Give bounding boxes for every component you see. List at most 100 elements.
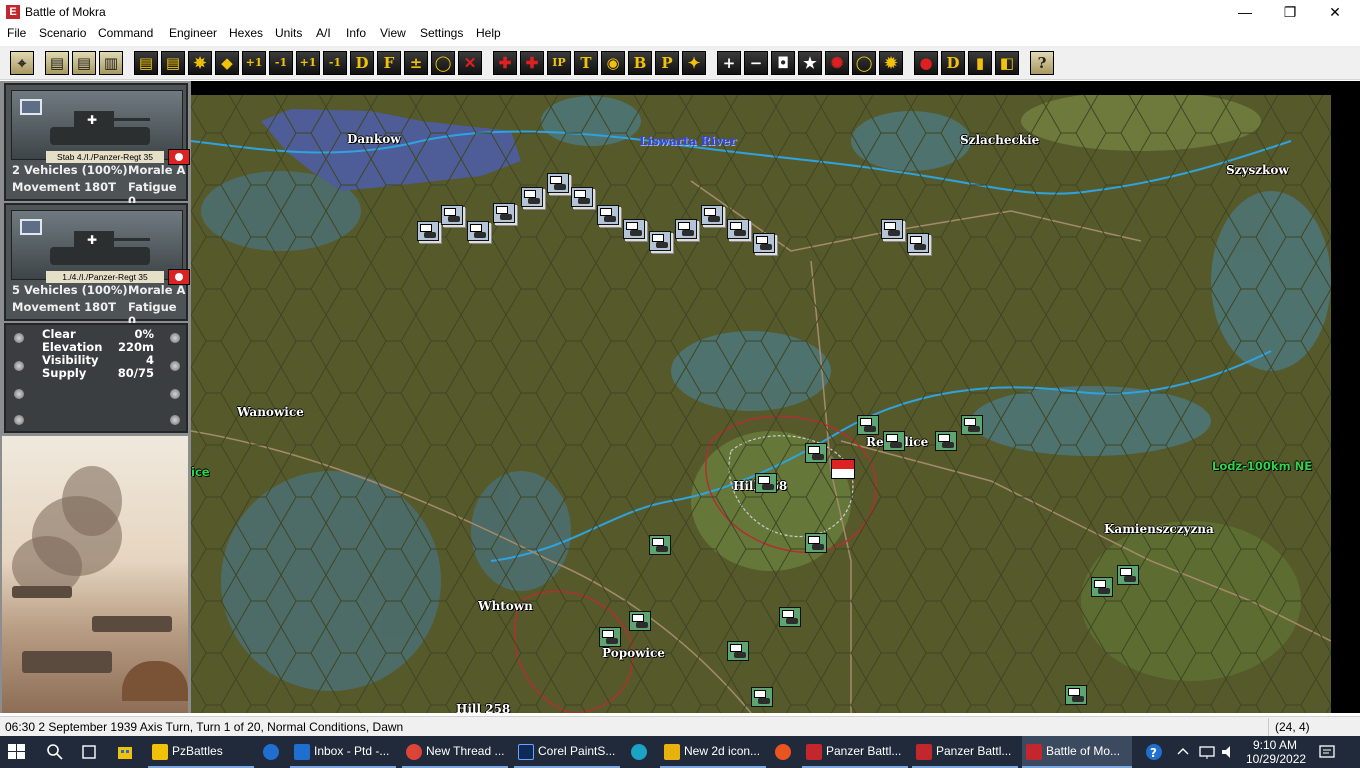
taskbar-item-panzer-battles-2[interactable]: Panzer Battl... (912, 736, 1018, 768)
german-unit-counter[interactable] (547, 173, 569, 193)
zoom-in-button[interactable]: + (717, 51, 741, 75)
decrease-button[interactable]: -1 (269, 51, 293, 75)
search-icon[interactable] (46, 743, 64, 761)
reinforce-button[interactable]: ✚ (520, 51, 544, 75)
german-unit-counter[interactable] (907, 233, 929, 253)
volume-icon[interactable] (1220, 743, 1238, 761)
red-dot-button[interactable]: ● (914, 51, 938, 75)
unit-card-2[interactable]: ✚ 1./4./I./Panzer-Regt 35 5 Vehicles (10… (4, 203, 190, 328)
polish-unit-counter[interactable] (779, 607, 801, 627)
hex-map[interactable] (191, 81, 1360, 713)
edge-icon[interactable] (630, 743, 648, 761)
bar-button[interactable]: ▮ (968, 51, 992, 75)
menu-hexes[interactable]: Hexes (229, 26, 263, 40)
taskbar-item-inbox[interactable]: Inbox - Ptd -... (290, 736, 396, 768)
defend-button[interactable]: D (350, 51, 374, 75)
ip-button[interactable]: IP (547, 51, 571, 75)
german-unit-counter[interactable] (571, 187, 593, 207)
menu-info[interactable]: Info (346, 26, 366, 40)
game-map[interactable]: Dankow Liswarta River Szlacheckie Szyszk… (191, 81, 1360, 713)
menu-command[interactable]: Command (98, 26, 153, 40)
taskbar-item-new-thread[interactable]: New Thread ... (402, 736, 508, 768)
t-button[interactable]: T (574, 51, 598, 75)
polish-unit-counter[interactable] (629, 611, 651, 631)
chevron-up-icon[interactable] (1176, 743, 1194, 761)
notifications-icon[interactable] (1318, 743, 1336, 761)
unit-select-icon[interactable] (20, 99, 42, 115)
polish-unit-counter[interactable] (1091, 577, 1113, 597)
polish-unit-counter[interactable] (805, 443, 827, 463)
german-unit-counter[interactable] (597, 205, 619, 225)
german-unit-counter[interactable] (521, 187, 543, 207)
menu-file[interactable]: File (7, 26, 26, 40)
german-unit-counter[interactable] (701, 205, 723, 225)
taskbar-item-battle-of-mokra[interactable]: Battle of Mo... (1022, 736, 1132, 768)
german-unit-counter[interactable] (417, 221, 439, 241)
zoom-out-button[interactable]: − (744, 51, 768, 75)
burst-button[interactable]: ✹ (879, 51, 903, 75)
minimize-button[interactable]: — (1222, 0, 1268, 24)
taskbar-item-new-2d-icon[interactable]: New 2d icon... (660, 736, 766, 768)
polish-unit-counter[interactable] (751, 687, 773, 707)
polish-unit-counter[interactable] (935, 431, 957, 451)
toggle-button[interactable]: ◘ (771, 51, 795, 75)
cancel-button[interactable]: ✕ (458, 51, 482, 75)
menu-settings[interactable]: Settings (420, 26, 463, 40)
windows-start-icon[interactable] (8, 744, 26, 760)
fire-button[interactable]: F (377, 51, 401, 75)
help-button[interactable]: ? (1030, 51, 1054, 75)
polish-unit-counter[interactable] (599, 627, 621, 647)
p-button[interactable]: P (655, 51, 679, 75)
german-unit-counter[interactable] (623, 219, 645, 239)
settings-app-icon[interactable] (262, 743, 280, 761)
d-button[interactable]: D (941, 51, 965, 75)
network-icon[interactable] (1198, 743, 1216, 761)
plus-minus-button[interactable]: ± (404, 51, 428, 75)
taskbar-item-panzer-battles-1[interactable]: Panzer Battl... (802, 736, 908, 768)
menu-ai[interactable]: A/I (316, 26, 331, 40)
german-unit-counter[interactable] (727, 219, 749, 239)
open-button[interactable]: ▤ (72, 51, 96, 75)
german-unit-counter[interactable] (881, 219, 903, 239)
next-unit-button[interactable]: ▤ (161, 51, 185, 75)
decrease-alt-button[interactable]: -1 (323, 51, 347, 75)
store-icon[interactable] (116, 743, 134, 761)
polish-unit-counter[interactable] (805, 533, 827, 553)
unit-card-1[interactable]: ✚ Stab 4./I./Panzer-Regt 35 2 Vehicles (… (4, 83, 190, 208)
b-button[interactable]: B (628, 51, 652, 75)
save-button[interactable]: ▥ (99, 51, 123, 75)
close-button[interactable]: ✕ (1312, 0, 1358, 24)
hex-outline-button[interactable]: ◯ (852, 51, 876, 75)
german-unit-counter[interactable] (493, 203, 515, 223)
polish-unit-counter[interactable] (755, 473, 777, 493)
increase-alt-button[interactable]: +1 (296, 51, 320, 75)
circle-button[interactable]: ◯ (431, 51, 455, 75)
scenario-notes-button[interactable]: ▤ (45, 51, 69, 75)
polish-unit-counter[interactable] (649, 535, 671, 555)
move-button[interactable]: ◆ (215, 51, 239, 75)
polish-unit-counter[interactable] (727, 641, 749, 661)
o-button[interactable]: ◉ (601, 51, 625, 75)
polish-unit-counter[interactable] (1065, 685, 1087, 705)
polish-unit-counter[interactable] (883, 431, 905, 451)
explosion-button[interactable]: ✺ (825, 51, 849, 75)
german-unit-counter[interactable] (441, 205, 463, 225)
maximize-button[interactable]: ❐ (1267, 0, 1313, 24)
menu-engineer[interactable]: Engineer (169, 26, 217, 40)
fire-support-button[interactable]: ✦ (682, 51, 706, 75)
menu-scenario[interactable]: Scenario (39, 26, 86, 40)
task-view-icon[interactable] (80, 743, 98, 761)
menu-view[interactable]: View (380, 26, 406, 40)
medical-button[interactable]: ✚ (493, 51, 517, 75)
polish-unit-counter[interactable] (961, 415, 983, 435)
german-unit-counter[interactable] (675, 219, 697, 239)
target-button[interactable]: ⌖ (10, 51, 34, 75)
menu-units[interactable]: Units (275, 26, 302, 40)
clock-date[interactable]: 10/29/2022 (1246, 752, 1306, 766)
polish-unit-counter[interactable] (857, 415, 879, 435)
polish-unit-counter[interactable] (1117, 565, 1139, 585)
previous-unit-button[interactable]: ▤ (134, 51, 158, 75)
star-button[interactable]: ★ (798, 51, 822, 75)
flag-button[interactable]: ◧ (995, 51, 1019, 75)
taskbar-item-pzbattles[interactable]: PzBattles (148, 736, 254, 768)
